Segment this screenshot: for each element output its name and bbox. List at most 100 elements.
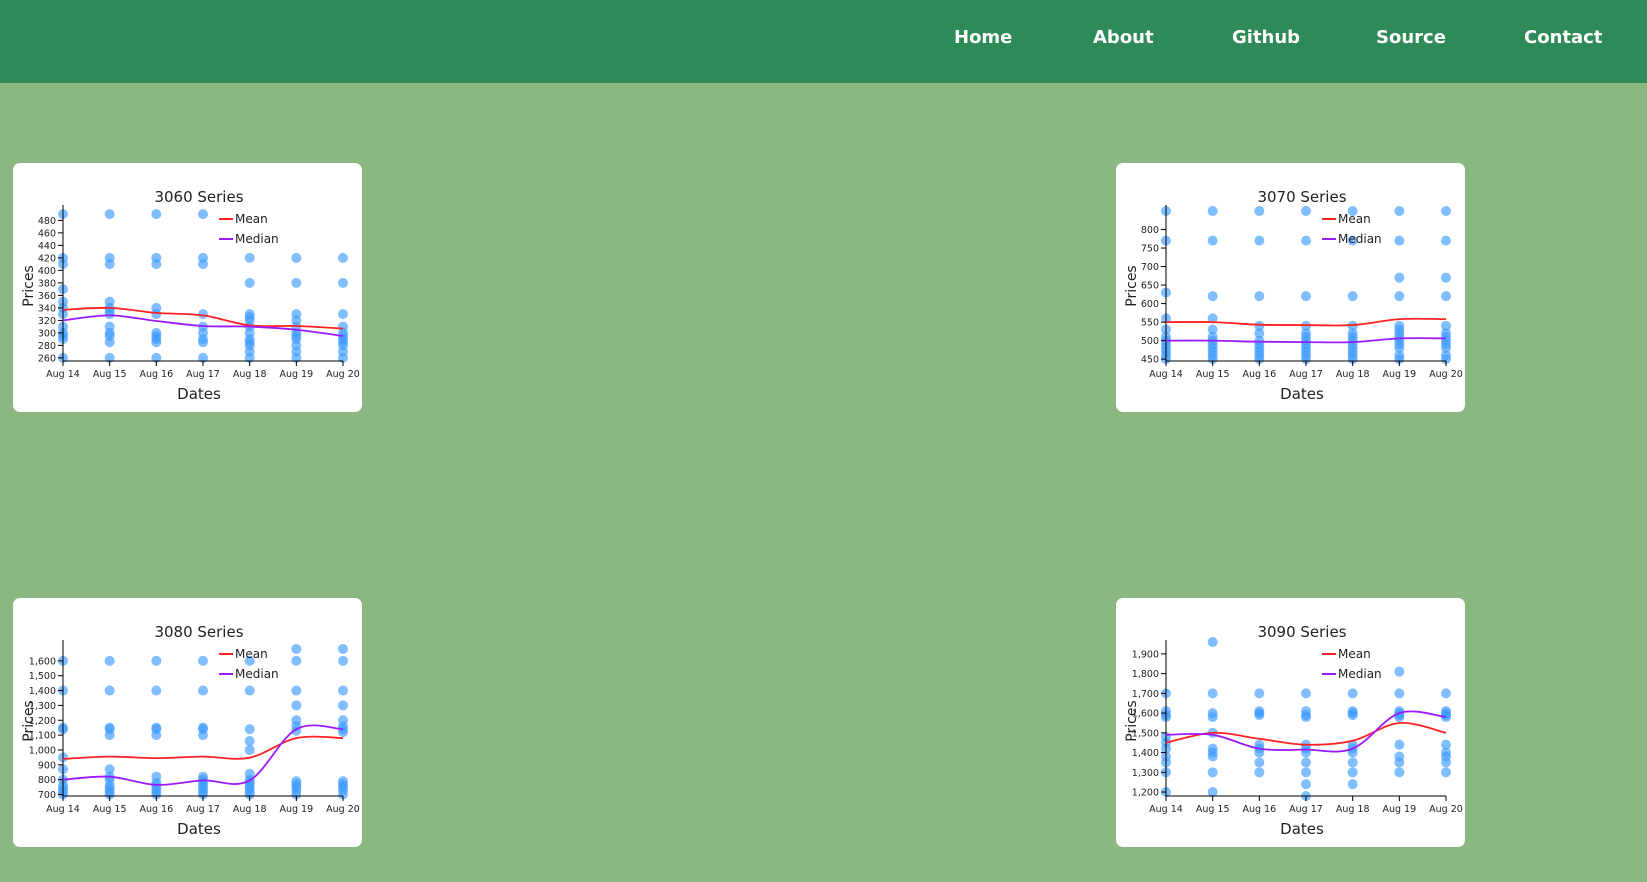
y-tick-label: 600 <box>1141 299 1159 310</box>
y-tick-label: 480 <box>38 216 56 227</box>
data-point <box>1347 710 1358 721</box>
y-tick-label: 450 <box>1141 355 1159 366</box>
data-point <box>1207 291 1218 302</box>
nav-link-source[interactable]: Source <box>1376 27 1446 48</box>
data-point <box>1347 767 1358 778</box>
data-point <box>104 655 115 666</box>
data-point <box>338 277 348 288</box>
data-point <box>1394 235 1405 246</box>
data-point <box>1394 739 1405 750</box>
y-tick-label: 400 <box>38 266 56 277</box>
data-point <box>291 700 302 711</box>
data-point <box>1207 206 1218 216</box>
data-point <box>198 730 208 741</box>
data-point <box>1394 688 1405 699</box>
data-point <box>1207 235 1218 246</box>
y-axis-label: Prices <box>21 700 37 741</box>
nav-link-about[interactable]: About <box>1093 27 1154 48</box>
chart-title: 3060 Series <box>154 188 243 206</box>
x-tick-label: Aug 18 <box>233 804 267 815</box>
y-tick-label: 300 <box>38 328 56 339</box>
data-point <box>1394 272 1405 283</box>
x-tick-label: Aug 15 <box>1196 369 1230 380</box>
x-tick-label: Aug 17 <box>1289 369 1323 380</box>
data-point <box>151 259 162 270</box>
x-tick-label: Aug 15 <box>93 804 127 815</box>
y-tick-label: 750 <box>1141 244 1159 255</box>
y-tick-label: 1,800 <box>1132 669 1159 680</box>
data-point <box>244 736 255 747</box>
x-tick-label: Aug 16 <box>139 804 173 815</box>
x-tick-label: Aug 16 <box>1242 369 1276 380</box>
x-tick-label: Aug 20 <box>1429 369 1463 380</box>
legend-label: Median <box>1338 667 1382 681</box>
data-point <box>104 209 115 220</box>
data-point <box>1441 235 1451 246</box>
nav-link-contact[interactable]: Contact <box>1524 27 1602 48</box>
y-tick-label: 440 <box>38 241 56 252</box>
data-point <box>198 337 208 348</box>
data-point <box>1347 688 1358 699</box>
legend-label: Mean <box>1338 647 1371 661</box>
chart-card-3090: 3090 Series 1,200 1,300 1,400 1,500 1,600 1,70… <box>1116 598 1465 847</box>
x-tick-label: Aug 16 <box>1242 804 1276 815</box>
x-tick-label: Aug 18 <box>1336 369 1370 380</box>
data-point <box>1254 206 1265 216</box>
data-point <box>104 685 115 696</box>
chart-card-3080: 3080 Series 700 800 900 1,000 1,100 1,200 1,300… <box>13 598 362 847</box>
y-tick-label: 800 <box>1141 225 1159 236</box>
data-point <box>1441 272 1451 283</box>
x-tick-label: Aug 20 <box>326 369 360 380</box>
data-point <box>104 309 115 320</box>
data-point <box>1301 767 1311 778</box>
legend-label: Median <box>235 232 279 246</box>
x-tick-label: Aug 18 <box>233 369 267 380</box>
data-point <box>1394 666 1405 677</box>
chart-3060: 3060 Series 260280 300320 340360 380400 42044… <box>21 188 360 403</box>
y-tick-label: 700 <box>1141 262 1159 273</box>
y-tick-label: 280 <box>38 341 56 352</box>
data-point <box>1207 767 1218 778</box>
data-point <box>291 252 302 263</box>
data-point <box>338 700 348 711</box>
data-point <box>338 643 348 654</box>
nav-link-github[interactable]: Github <box>1232 27 1300 48</box>
y-tick-label: 500 <box>1141 336 1159 347</box>
x-tick-label: Aug 17 <box>1289 804 1323 815</box>
chart-title: 3090 Series <box>1257 623 1346 641</box>
data-point <box>338 309 348 320</box>
nav-link-home[interactable]: Home <box>954 27 1012 48</box>
data-point <box>1347 779 1358 790</box>
top-navbar: Home About Github Source Contact <box>0 0 1647 83</box>
chart-3080: 3080 Series7008009001,0001,1001,2001,300… <box>21 623 360 838</box>
y-tick-label: 260 <box>38 353 56 364</box>
chart-3070: 3070 Series 450 500 550 600 650 700 750 800 Aug 1… <box>1124 188 1463 403</box>
x-tick-label: Aug 19 <box>1382 369 1416 380</box>
y-tick-label: 360 <box>38 291 56 302</box>
chart-title: 3080 Series <box>154 623 243 641</box>
y-tick-label: 1,400 <box>1132 748 1159 759</box>
data-point <box>1254 688 1265 699</box>
data-point <box>1207 637 1218 648</box>
y-axis-label: Prices <box>1124 265 1140 306</box>
data-point <box>151 730 162 741</box>
data-point <box>1301 688 1311 699</box>
legend-label: Median <box>235 667 279 681</box>
data-point <box>338 685 348 696</box>
x-tick-label: Aug 17 <box>186 804 220 815</box>
x-tick-label: Aug 18 <box>1336 804 1370 815</box>
x-axis-label: Dates <box>177 385 221 403</box>
data-point <box>1254 291 1265 302</box>
data-point <box>1301 779 1311 790</box>
data-point <box>291 655 302 666</box>
data-point <box>104 337 115 348</box>
legend-label: Mean <box>1338 212 1371 226</box>
data-point <box>1254 767 1265 778</box>
data-point <box>244 744 255 755</box>
data-point <box>198 259 208 270</box>
chart-title: 3070 Series <box>1257 188 1346 206</box>
data-point <box>104 730 115 741</box>
legend-label: Mean <box>235 647 268 661</box>
data-point <box>1441 291 1451 302</box>
data-point <box>291 277 302 288</box>
